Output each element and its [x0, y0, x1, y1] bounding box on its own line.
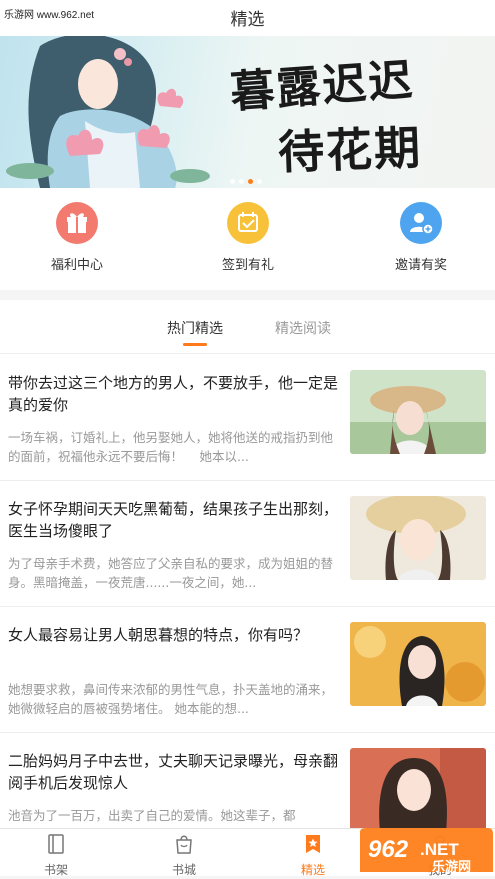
list-item[interactable]: 二胎妈妈月子中去世，丈夫聊天记录曝光，母亲翻阅手机后发现惊人 池音为了一百万，出… [0, 732, 495, 828]
active-tab-indicator [183, 343, 207, 346]
quick-actions: 福利中心 签到有礼 邀请有奖 [0, 188, 495, 290]
bookshelf-icon [48, 834, 64, 854]
carousel-dot-active[interactable] [248, 179, 253, 184]
nav-label: 书城 [171, 863, 196, 877]
quick-action-checkin[interactable]: 签到有礼 [193, 202, 303, 273]
carousel-dot[interactable] [230, 179, 235, 184]
article-summary: 池音为了一百万，出卖了自己的爱情。她这辈子，都 [8, 808, 296, 823]
gift-icon [56, 202, 98, 244]
article-thumbnail [350, 370, 486, 454]
carousel-dot[interactable] [239, 179, 244, 184]
article-title: 女人最容易让男人朝思暮想的特点，你有吗？ [8, 626, 309, 644]
list-item[interactable]: 带你去过这三个地方的男人，不要放手，他一定是真的爱你 一场车祸，订婚礼上，他另娶… [0, 354, 495, 481]
tab-selected-reading[interactable]: 精选阅读 [275, 318, 331, 338]
list-item[interactable]: 女人最容易让男人朝思暮想的特点，你有吗？ 她想要求救，鼻间传来浓郁的男性气息，扑… [0, 606, 495, 733]
page-title: 精选 [230, 10, 265, 30]
quick-action-invite[interactable]: 邀请有奖 [366, 202, 476, 273]
quick-action-label: 福利中心 [50, 258, 103, 273]
calendar-check-icon [227, 202, 269, 244]
article-list: 带你去过这三个地方的男人，不要放手，他一定是真的爱你 一场车祸，订婚礼上，他另娶… [0, 354, 495, 828]
nav-bookstore[interactable]: 书城 [144, 833, 224, 878]
brand-suffix: .NET [420, 840, 459, 859]
nav-label: 精选 [300, 863, 325, 877]
nav-featured[interactable]: 精选 [273, 833, 353, 878]
quick-action-welfare[interactable]: 福利中心 [22, 202, 132, 273]
article-thumbnail [350, 496, 486, 580]
article-summary: 为了母亲手术费，她答应了父亲自私的要求，成为姐姐的替身。黑暗掩盖，一夜荒唐...… [8, 556, 334, 590]
add-user-icon [400, 202, 442, 244]
article-summary: 她想要求救，鼻间传来浓郁的男性气息，扑天盖地的涌来，她微微轻启的唇被强势堵住。 … [8, 682, 334, 716]
brand-number: 962 [368, 836, 409, 863]
brand-site-name: 乐游网 [432, 859, 471, 875]
article-title: 二胎妈妈月子中去世，丈夫聊天记录曝光，母亲翻阅手机后发现惊人 [8, 752, 339, 792]
carousel-indicator [230, 169, 266, 188]
carousel-dot[interactable] [257, 179, 262, 184]
brand-watermark-badge: 962 .NET 乐游网 [356, 826, 495, 875]
banner-carousel[interactable]: 暮露迟迟 待花期 [0, 36, 495, 188]
article-summary: 一场车祸，订婚礼上，他另娶她人，她将他送的戒指扔到他的面前，祝福他永远不要后悔！… [8, 430, 334, 464]
banner-title-line2: 待花期 [277, 120, 424, 180]
nav-label: 书架 [43, 863, 68, 877]
article-title: 带你去过这三个地方的男人，不要放手，他一定是真的爱你 [8, 374, 339, 414]
quick-action-label: 签到有礼 [221, 258, 274, 273]
article-title: 女子怀孕期间天天吃黑葡萄，结果孩子生出那刻，医生当场傻眼了 [8, 500, 339, 540]
featured-star-icon [306, 835, 320, 853]
article-thumbnail [350, 748, 486, 828]
list-item[interactable]: 女子怀孕期间天天吃黑葡萄，结果孩子生出那刻，医生当场傻眼了 为了母亲手术费，她答… [0, 480, 495, 607]
bookstore-bag-icon [176, 835, 192, 854]
tab-hot-picks[interactable]: 热门精选 [167, 318, 223, 338]
top-bar: 乐游网 www.962.net 精选 [0, 0, 495, 36]
tab-bar: 热门精选 精选阅读 [0, 300, 495, 354]
article-thumbnail [350, 622, 486, 706]
banner-title-line1: 暮露迟迟 [228, 54, 416, 119]
nav-bookshelf[interactable]: 书架 [16, 833, 96, 878]
quick-action-label: 邀请有奖 [394, 258, 447, 273]
